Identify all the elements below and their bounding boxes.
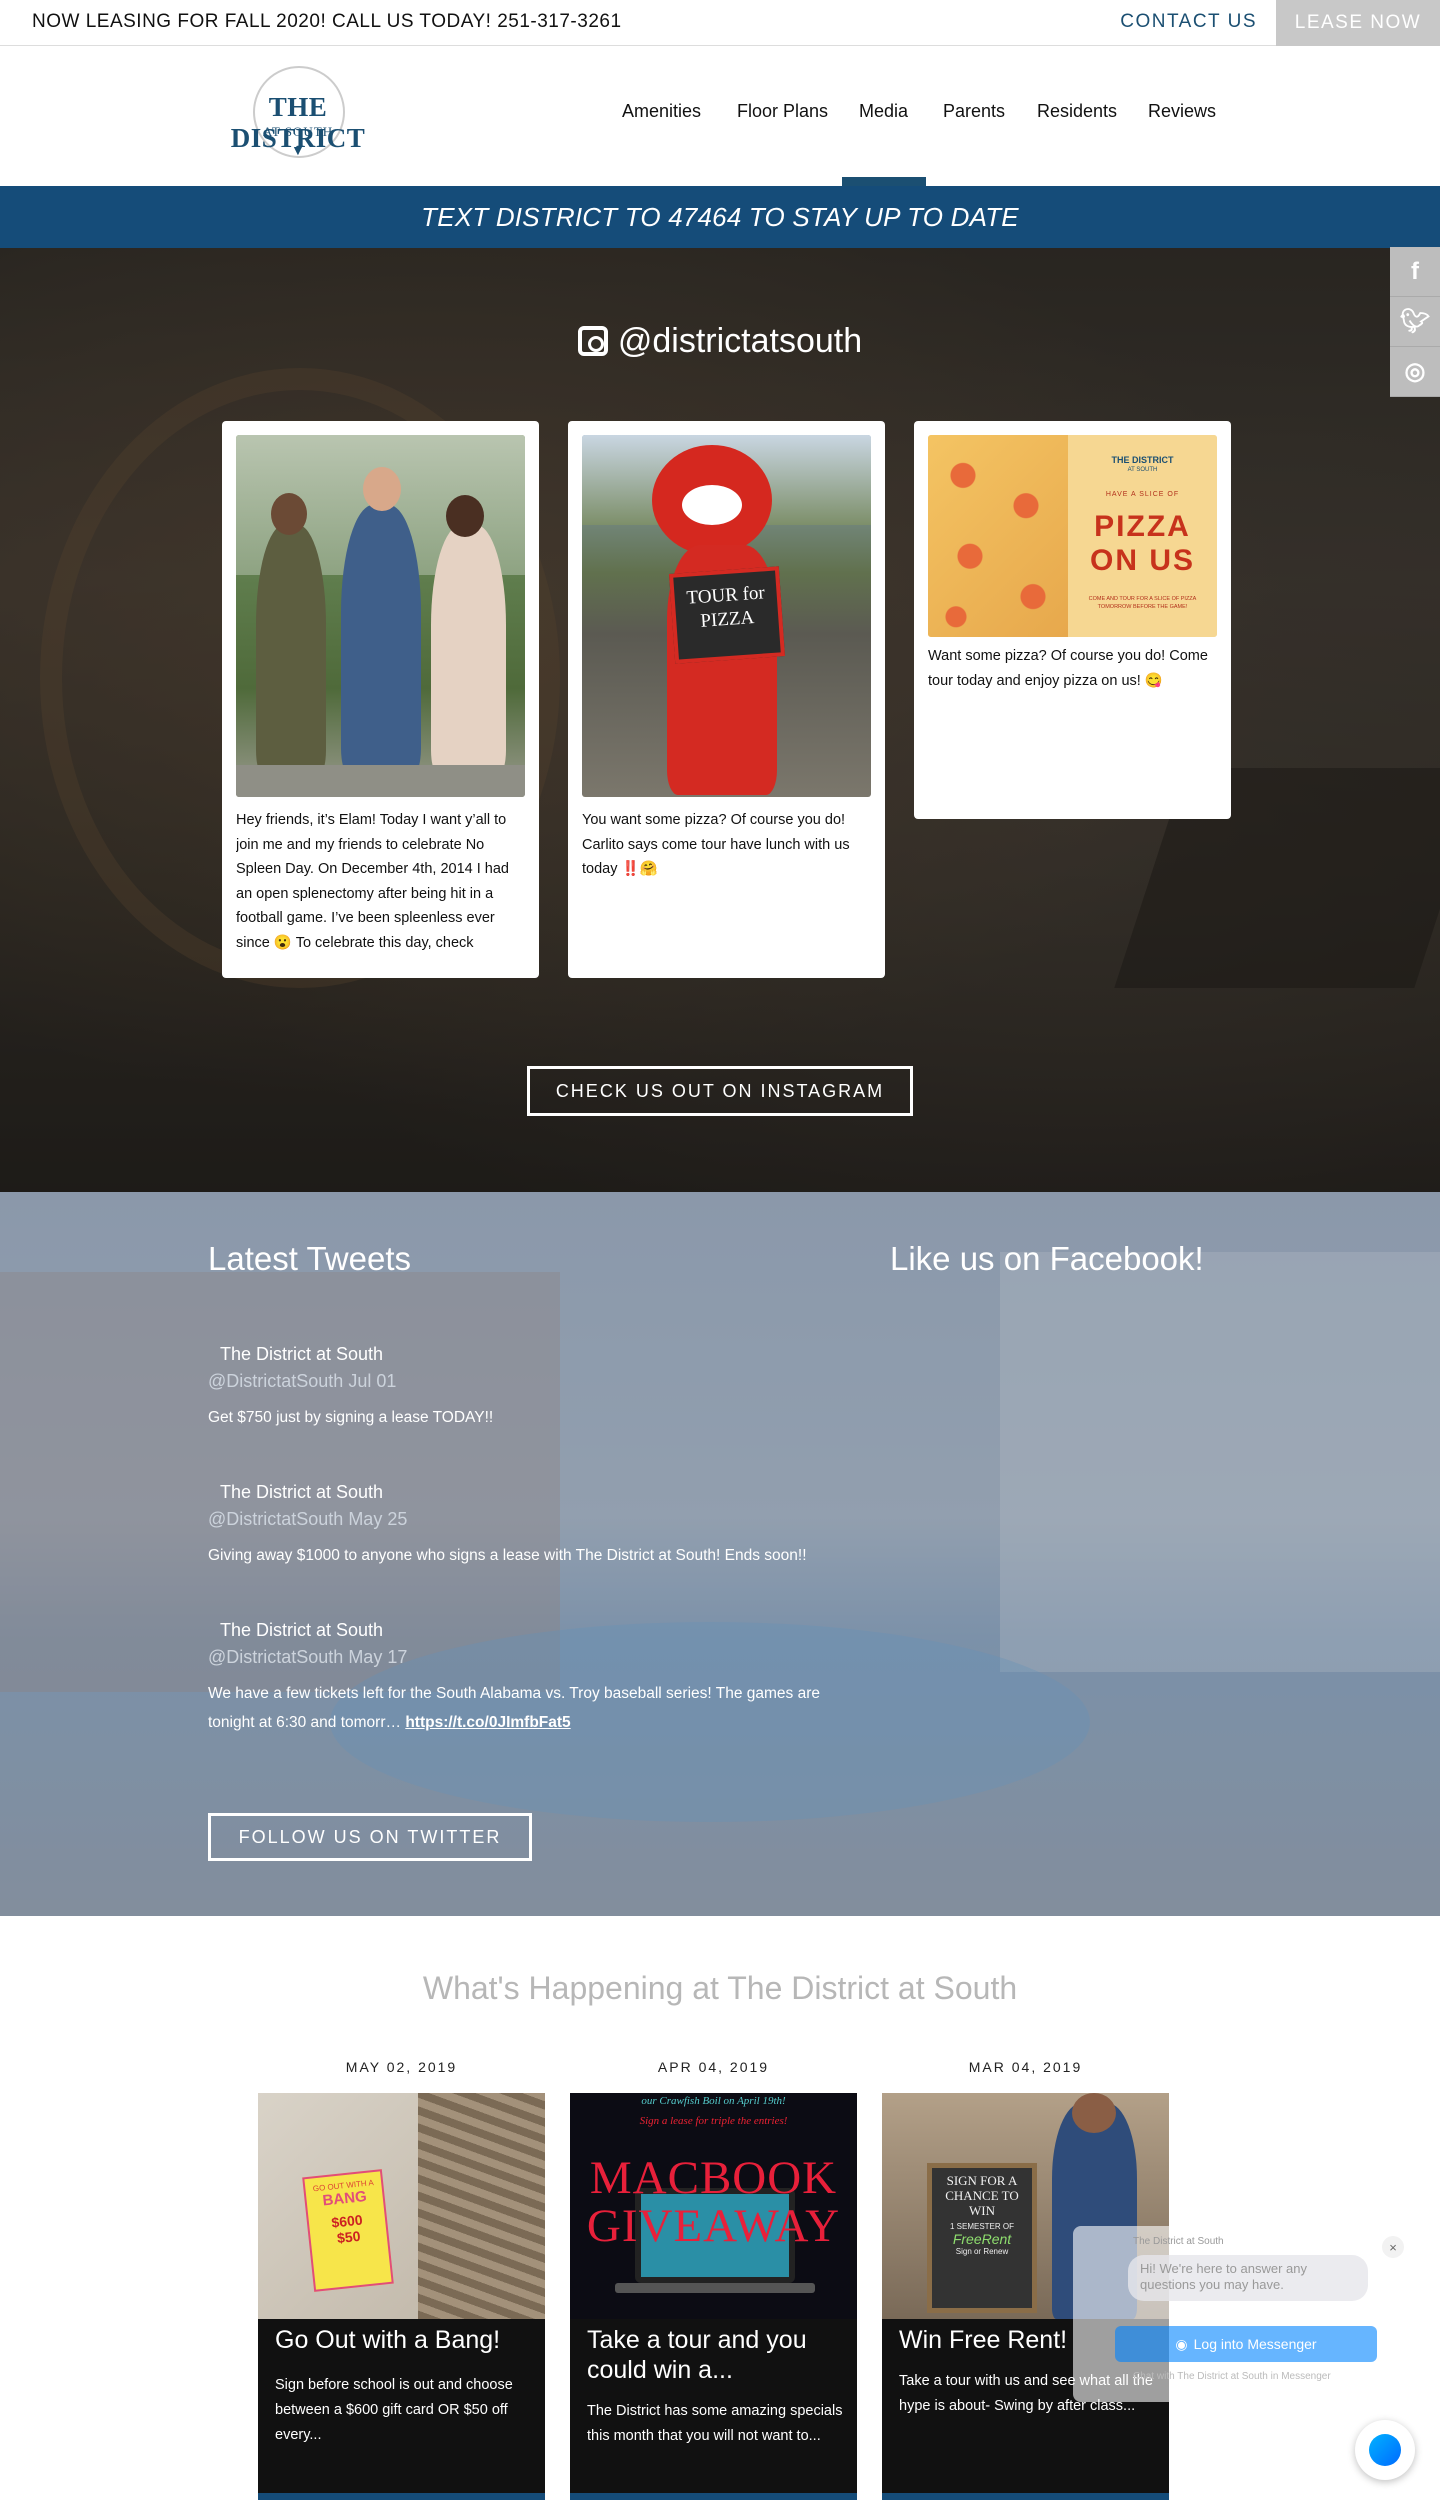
card-accent-bar: [258, 2493, 545, 2500]
photo-person-head: [271, 493, 307, 535]
person-head: [1072, 2093, 1116, 2133]
messenger-greeting: Hi! We're here to answer any questions y…: [1128, 2255, 1368, 2301]
blog-post-card[interactable]: GO OUT WITH A BANG $600 $50 Go Out with …: [258, 2093, 545, 2500]
instagram-handle-text: @districtatsouth: [617, 322, 863, 360]
tweet-author[interactable]: The District at South: [220, 1344, 383, 1365]
sign-text: 1 SEMESTER OF: [949, 2222, 1014, 2231]
instagram-icon[interactable]: ◎: [1390, 347, 1440, 397]
flyer-text: our Crawfish Boil on April 19th!: [641, 2095, 786, 2107]
messenger-page-name: The District at South: [1133, 2236, 1224, 2247]
flyer-brand: THE DISTRICT: [1111, 455, 1174, 465]
blog-post-title[interactable]: Go Out with a Bang!: [275, 2325, 535, 2355]
mascot-eyes: [682, 485, 742, 525]
facebook-icon[interactable]: f: [1390, 247, 1440, 297]
photo-person: [431, 525, 506, 775]
messenger-chat-icon[interactable]: [1355, 2420, 1415, 2480]
flyer-note: COME AND TOUR FOR A SLICE OF PIZZA TOMOR…: [1088, 596, 1197, 610]
tweet-text: Giving away $1000 to anyone who signs a …: [208, 1547, 807, 1564]
blog-post-card[interactable]: our Crawfish Boil on April 19th! Sign a …: [570, 2093, 857, 2500]
blog-post-image: our Crawfish Boil on April 19th! Sign a …: [570, 2093, 857, 2319]
logo-pin-icon: ▼: [291, 142, 305, 158]
happenings-heading: What's Happening at The District at Sout…: [422, 1970, 1018, 2006]
instagram-post-caption: You want some pizza? Of course you do! C…: [582, 812, 850, 877]
chalkboard-sign: SIGN FOR A CHANCE TO WIN 1 SEMESTER OF F…: [927, 2163, 1037, 2313]
tweet-author[interactable]: The District at South: [220, 1482, 383, 1503]
blog-post-image: GO OUT WITH A BANG $600 $50: [258, 2093, 545, 2319]
instagram-post-photo: THE DISTRICT AT SOUTH HAVE A SLICE OF PI…: [928, 435, 1217, 637]
giveaway-text: GIVEAWAY: [586, 2200, 841, 2252]
blog-post-excerpt: The District has some amazing specials t…: [587, 2403, 843, 2444]
photo-ground: [236, 765, 525, 797]
photo-person-head: [446, 495, 484, 537]
pizza-slices-graphic: [928, 435, 1068, 637]
messenger-chat-with: Chat with The District at South in Messe…: [1133, 2371, 1331, 2382]
instagram-post-caption: Want some pizza? Of course you do! Come …: [928, 648, 1208, 689]
messenger-login-button[interactable]: ◉ Log into Messenger: [1115, 2326, 1377, 2362]
top-bar: NOW LEASING FOR FALL 2020! CALL US TODAY…: [0, 0, 1440, 46]
flyer-small: HAVE A SLICE OF: [1105, 491, 1180, 498]
instagram-post-photo: [236, 435, 525, 797]
blog-post-excerpt: Sign before school is out and choose bet…: [275, 2377, 513, 2443]
nav-reviews[interactable]: Reviews: [1148, 101, 1440, 122]
sign-text: Sign or Renew: [955, 2247, 1009, 2256]
tweet-text: Get $750 just by signing a lease TODAY!!: [208, 1409, 494, 1426]
macbook-text: MACBOOK: [589, 2152, 838, 2204]
photo-person: [256, 525, 326, 775]
contact-us-link[interactable]: CONTACT US: [1120, 11, 1257, 33]
twitter-icon[interactable]: 🐦︎: [1390, 297, 1440, 347]
instagram-post-caption: Hey friends, it’s Elam! Today I want y’a…: [236, 812, 509, 951]
text-alert-banner: TEXT DISTRICT TO 47464 TO STAY UP TO DAT…: [0, 186, 1440, 248]
pizza-on-us-text: PIZZA ON US: [1089, 510, 1195, 577]
latest-tweets-heading: Latest Tweets: [208, 1240, 412, 1277]
sign-text: SIGN FOR A CHANCE TO WIN: [945, 2173, 1019, 2218]
close-icon[interactable]: ×: [1382, 2236, 1404, 2258]
instagram-post-photo: TOUR for PIZZA: [582, 435, 871, 797]
sign-text: FreeRent: [952, 2231, 1012, 2247]
tweet-handle-date[interactable]: @DistrictatSouth May 17: [208, 1647, 407, 1668]
leasing-announcement: NOW LEASING FOR FALL 2020! CALL US TODAY…: [32, 11, 622, 32]
instagram-section: @districtatsouth Hey friends, it’s Elam!…: [0, 248, 1440, 1192]
tweet-handle-date[interactable]: @DistrictatSouth May 25: [208, 1509, 407, 1530]
tweet-link[interactable]: https://t.co/0JImfbFat5: [405, 1714, 570, 1731]
instagram-post-card[interactable]: Hey friends, it’s Elam! Today I want y’a…: [222, 421, 539, 978]
tweet-author[interactable]: The District at South: [220, 1620, 383, 1641]
messenger-popup: The District at South Hi! We're here to …: [1073, 2226, 1417, 2402]
laptop-base: [615, 2283, 815, 2293]
tweet-text: We have a few tickets left for the South…: [208, 1679, 858, 1737]
flyer-text: Sign a lease for triple the entries!: [639, 2115, 788, 2127]
lease-now-button[interactable]: LEASE NOW: [1276, 0, 1440, 46]
tweets-section: Latest Tweets Like us on Facebook! The D…: [0, 1192, 1440, 1916]
twitter-cta-button[interactable]: FOLLOW US ON TWITTER: [208, 1813, 532, 1861]
site-header: THE DISTRICT AT SOUTH ▼ Amenities Floor …: [0, 46, 1440, 186]
post-date: MAY 02, 2019: [345, 2059, 458, 2075]
tour-for-pizza-sign: TOUR for PIZZA: [668, 566, 786, 664]
facebook-heading: Like us on Facebook!: [890, 1240, 1204, 1277]
wicker-chair: [418, 2093, 545, 2319]
tweet-handle-date[interactable]: @DistrictatSouth Jul 01: [208, 1371, 396, 1392]
banner-text: TEXT DISTRICT TO 47464 TO STAY UP TO DAT…: [421, 201, 1019, 232]
blog-post-title[interactable]: Take a tour and you could win a...: [587, 2325, 847, 2385]
instagram-cta-button[interactable]: CHECK US OUT ON INSTAGRAM: [527, 1066, 913, 1116]
photo-person-head: [363, 467, 401, 511]
active-nav-indicator: [842, 177, 926, 186]
card-accent-bar: [882, 2493, 1169, 2500]
instagram-post-card[interactable]: TOUR for PIZZA You want some pizza? Of c…: [568, 421, 885, 978]
instagram-icon: [577, 326, 608, 356]
flyer-sub: AT SOUTH: [1127, 467, 1158, 473]
bang-flyer: GO OUT WITH A BANG $600 $50: [302, 2169, 394, 2292]
social-side-tabs: f 🐦︎ ◎: [1390, 247, 1440, 397]
logo-subtitle: AT SOUTH: [262, 124, 334, 139]
messenger-icon: ◉: [1175, 2335, 1188, 2352]
photo-person: [341, 505, 421, 775]
card-accent-bar: [570, 2493, 857, 2500]
post-date: MAR 04, 2019: [968, 2059, 1083, 2075]
instagram-handle[interactable]: @districtatsouth: [0, 322, 1440, 361]
messenger-login-label: Log into Messenger: [1193, 2336, 1317, 2352]
post-date: APR 04, 2019: [657, 2059, 770, 2075]
instagram-post-card[interactable]: THE DISTRICT AT SOUTH HAVE A SLICE OF PI…: [914, 421, 1231, 819]
logo[interactable]: THE DISTRICT AT SOUTH ▼: [213, 64, 383, 160]
